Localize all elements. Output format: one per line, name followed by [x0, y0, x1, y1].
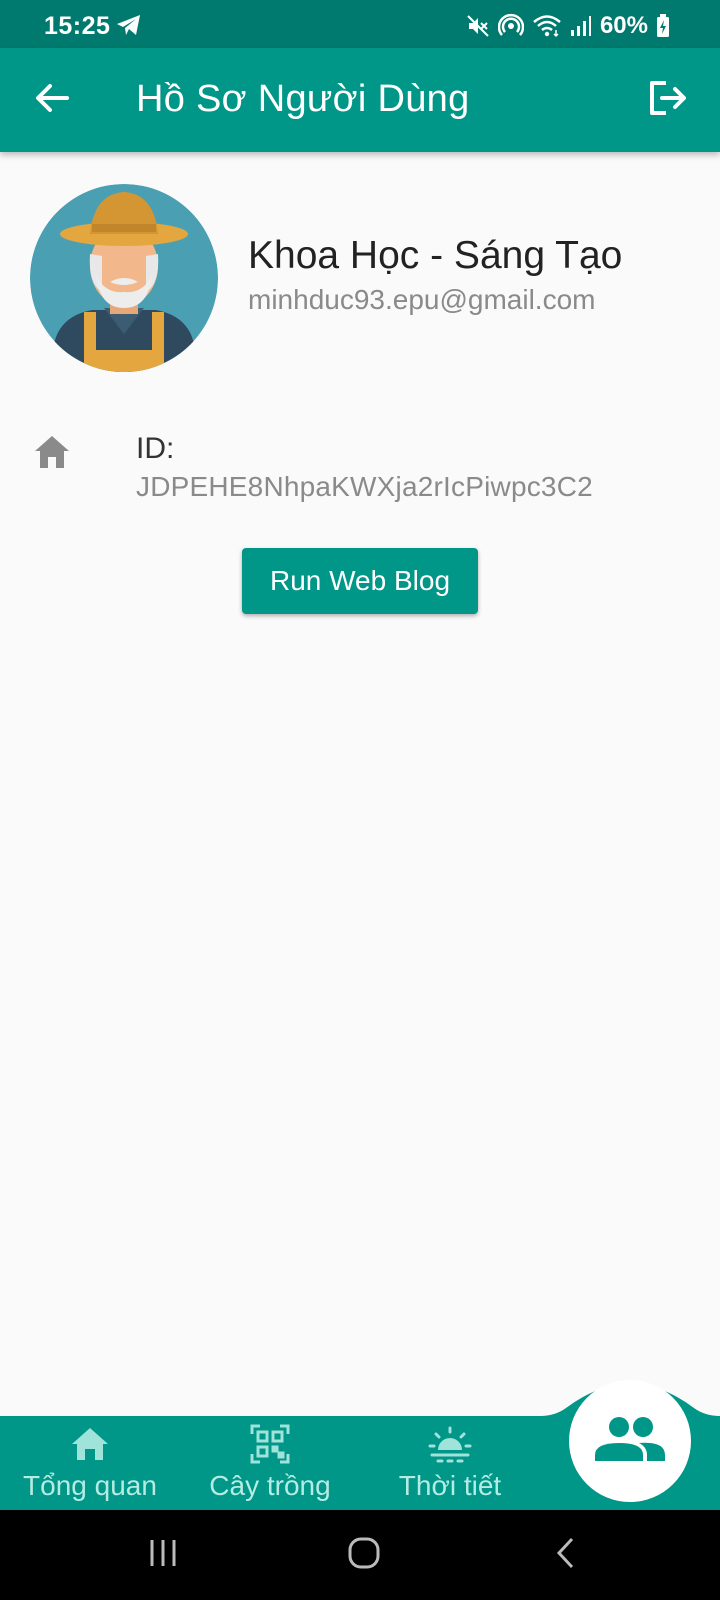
- hotspot-icon: [497, 13, 524, 39]
- nav-item-weather[interactable]: Thời tiết: [360, 1422, 540, 1502]
- run-web-blog-button[interactable]: Run Web Blog: [242, 548, 478, 614]
- mute-icon: [466, 14, 490, 38]
- weather-icon: [428, 1422, 472, 1466]
- logout-icon: [648, 80, 688, 121]
- recent-apps-icon: [148, 1538, 178, 1573]
- people-icon: [595, 1415, 665, 1468]
- users-fab-button[interactable]: [569, 1380, 691, 1502]
- telegram-icon: [116, 14, 142, 41]
- nav-item-crops[interactable]: Cây trồng: [180, 1422, 360, 1502]
- arrow-left-icon: [35, 83, 69, 118]
- recent-apps-button[interactable]: [133, 1530, 193, 1580]
- qr-code-icon: [248, 1422, 292, 1466]
- signal-icon: [570, 15, 592, 37]
- home-icon: [68, 1422, 112, 1466]
- id-label: ID:: [136, 432, 175, 465]
- app-bar: Hồ Sơ Người Dùng: [0, 48, 720, 152]
- logout-button[interactable]: [644, 76, 692, 124]
- id-value: JDPEHE8NhpaKWXja2rIcPiwpc3C2: [136, 471, 593, 502]
- home-circle-icon: [348, 1537, 380, 1574]
- chevron-left-icon: [554, 1536, 578, 1575]
- avatar: [30, 184, 218, 372]
- page-title: Hồ Sơ Người Dùng: [136, 78, 470, 120]
- system-navigation-bar: [0, 1510, 720, 1600]
- nav-label: Cây trồng: [209, 1470, 331, 1501]
- profile-email: minhduc93.epu@gmail.com: [248, 284, 596, 315]
- battery-icon: [656, 14, 670, 38]
- home-button[interactable]: [334, 1530, 394, 1580]
- back-button[interactable]: [28, 76, 76, 124]
- wifi-icon: [532, 14, 562, 38]
- nav-label: Thời tiết: [398, 1470, 502, 1501]
- status-bar: 15:25 60%: [0, 0, 720, 48]
- nav-item-overview[interactable]: Tổng quan: [0, 1422, 180, 1502]
- profile-name: Khoa Học - Sáng Tạo: [248, 234, 623, 277]
- home-icon: [32, 432, 72, 472]
- nav-label: Tổng quan: [23, 1470, 157, 1501]
- battery-percent: 60%: [599, 12, 648, 39]
- status-time: 15:25: [44, 12, 111, 40]
- system-back-button[interactable]: [536, 1530, 596, 1580]
